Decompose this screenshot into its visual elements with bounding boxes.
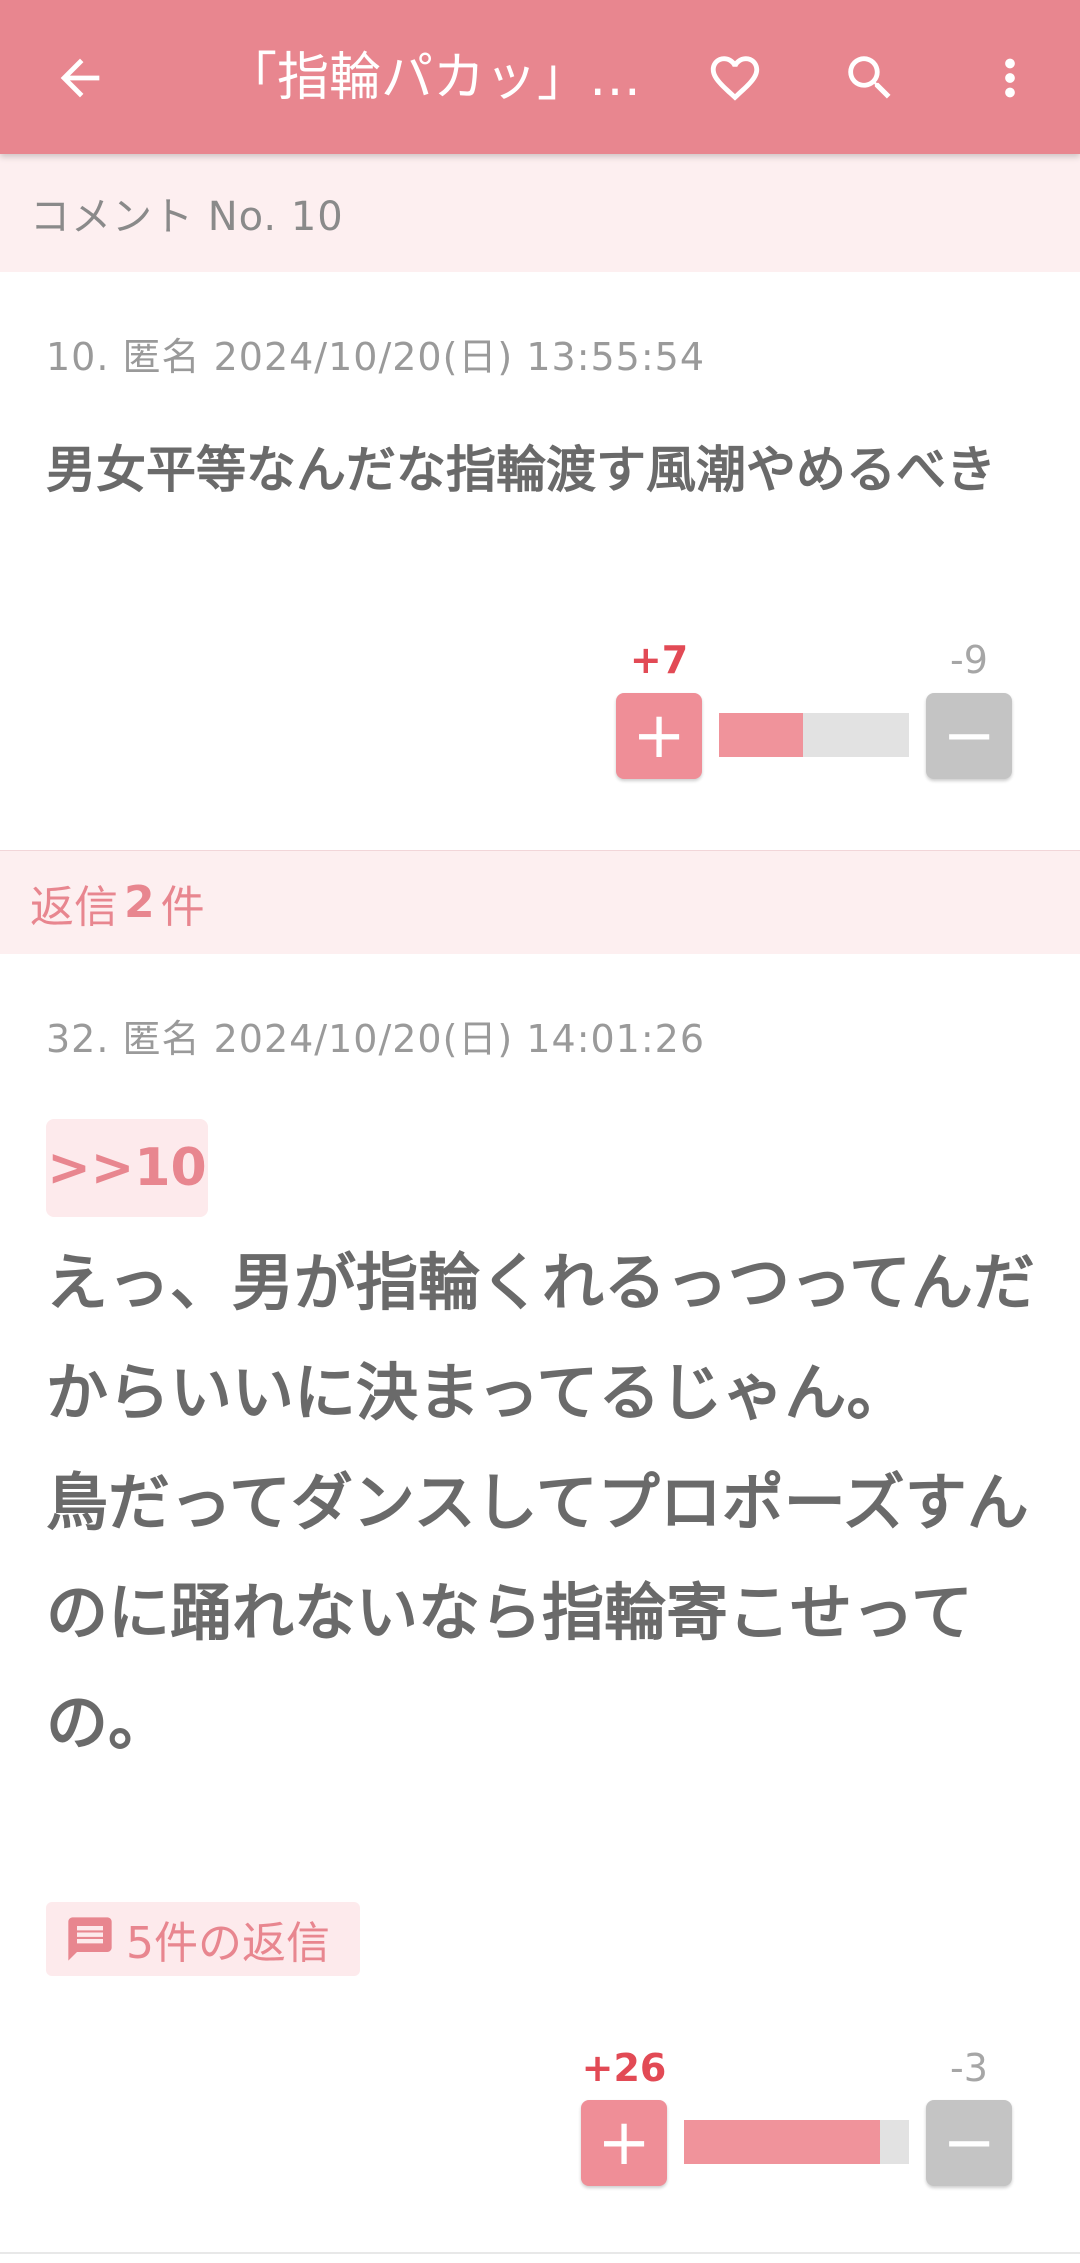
reply-vote-bar-fill [684, 2120, 880, 2164]
comment-vote-bar-fill [719, 713, 803, 757]
comment-minus-button[interactable]: − [926, 693, 1012, 779]
replies-suffix: 件 [160, 881, 205, 933]
reply-anchor-link[interactable]: >>10 [46, 1119, 208, 1217]
comment-meta: 10. 匿名 2024/10/20(日) 13:55:54 [46, 335, 706, 379]
comment-number-header: コメント No. 10 [0, 154, 1080, 272]
plus-icon: + [632, 699, 686, 773]
comment-plus-count: +7 [629, 638, 689, 682]
page-title: 「指輪パカッ」… [225, 48, 642, 108]
reply-plus-count: +26 [581, 2046, 667, 2090]
comment-body[interactable]: 男女平等なんだな指輪渡す風潮やめるべき [46, 428, 1026, 512]
minus-icon: − [942, 2106, 996, 2180]
comment-icon [68, 1917, 112, 1961]
reply-minus-button[interactable]: − [926, 2100, 1012, 2186]
reply-vote-bar [684, 2120, 909, 2164]
comment-vote-bar [719, 713, 909, 757]
reply-minus-count: -3 [950, 2046, 988, 2090]
plus-icon: + [597, 2106, 651, 2180]
replies-count: 2 [124, 877, 155, 928]
reply-meta: 32. 匿名 2024/10/20(日) 14:01:26 [46, 1017, 706, 1061]
search-button[interactable] [825, 33, 915, 123]
back-button[interactable] [35, 33, 125, 123]
replies-link[interactable]: 5件の返信 [46, 1902, 360, 1976]
reply-plus-button[interactable]: + [581, 2100, 667, 2186]
replies-prefix: 返信 [30, 881, 118, 933]
comment-minus-count: -9 [950, 638, 988, 682]
heart-outline-icon [710, 56, 760, 101]
more-vert-icon [1005, 58, 1015, 98]
comment-plus-button[interactable]: + [616, 693, 702, 779]
app-bar: 「指輪パカッ」… [0, 0, 1080, 154]
reply-body[interactable]: えっ、男が指輪くれるっつってんだからいいに決まってるじゃん。 鳥だってダンスして… [46, 1228, 1036, 1778]
replies-header: 返信 2 件 [0, 850, 1080, 954]
comment-number-label: コメント No. 10 [30, 194, 344, 240]
arrow-left-icon [60, 58, 100, 98]
divider [0, 2252, 1080, 2254]
replies-link-label: 5件の返信 [126, 1918, 330, 1969]
favorite-button[interactable] [690, 33, 780, 123]
search-icon [848, 56, 891, 99]
more-options-button[interactable] [965, 33, 1055, 123]
minus-icon: − [942, 699, 996, 773]
